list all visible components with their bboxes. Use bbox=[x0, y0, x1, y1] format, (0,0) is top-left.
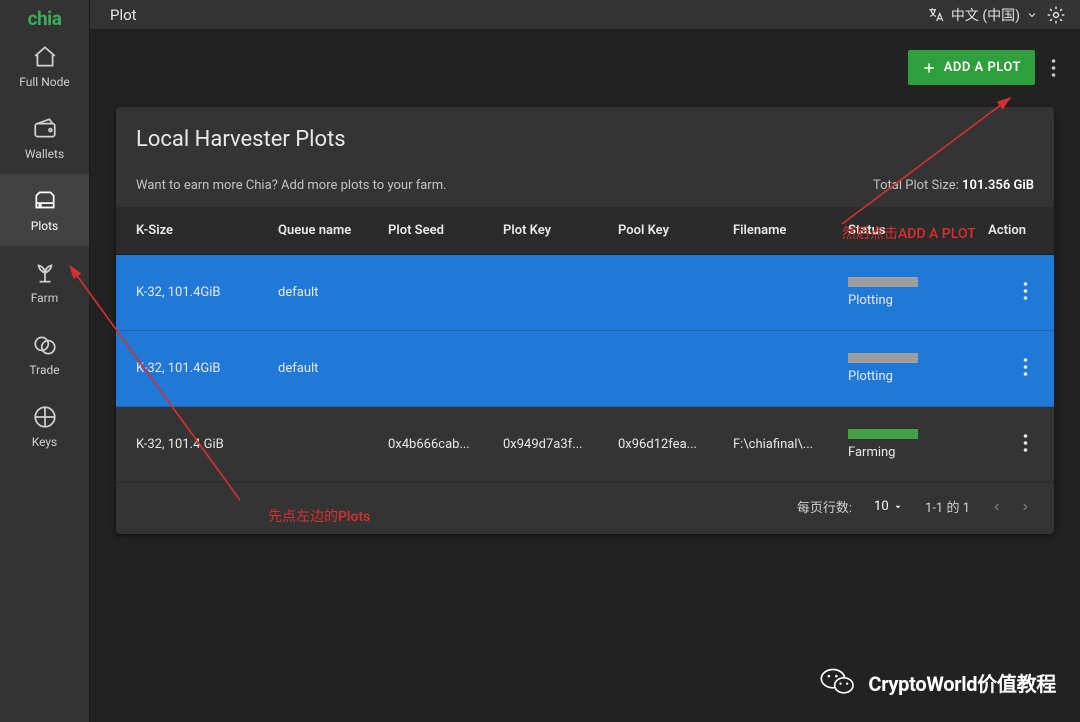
cell-seed bbox=[376, 255, 491, 331]
col-file: Filename bbox=[721, 207, 836, 255]
prev-page-button[interactable] bbox=[992, 500, 1002, 514]
col-seed: Plot Seed bbox=[376, 207, 491, 255]
total-plot-size: Total Plot Size: 101.356 GiB bbox=[873, 178, 1034, 193]
cell-key: 0x949d7a3f... bbox=[491, 407, 606, 483]
sidebar-item-farm[interactable]: Farm bbox=[0, 246, 89, 318]
cell-ksize: K-32, 101.4GiB bbox=[116, 255, 266, 331]
cell-seed bbox=[376, 331, 491, 407]
watermark-text: CryptoWorld价值教程 bbox=[868, 668, 1056, 697]
wallet-icon bbox=[31, 115, 59, 143]
table-pagination: 每页行数: 10 1-1 的 1 bbox=[116, 483, 1054, 522]
col-ksize: K-Size bbox=[116, 207, 266, 255]
table-row[interactable]: K-32, 101.4 GiB 0x4b666cab...0x949d7a3f..… bbox=[116, 407, 1054, 483]
cell-status: Plotting bbox=[836, 255, 946, 331]
plant-icon bbox=[31, 259, 59, 287]
sidebar-item-label: Keys bbox=[32, 435, 58, 449]
page-range: 1-1 的 1 bbox=[925, 497, 970, 516]
sidebar-item-label: Plots bbox=[31, 219, 58, 233]
disk-icon bbox=[31, 187, 59, 215]
rows-per-page-select[interactable]: 10 bbox=[874, 499, 903, 514]
logo: chia bbox=[0, 0, 89, 30]
cell-pool: 0x96d12fea... bbox=[606, 407, 721, 483]
main: Plot 中文 (中国) bbox=[90, 0, 1080, 722]
cell-key bbox=[491, 255, 606, 331]
cell-queue: default bbox=[266, 255, 376, 331]
table-row[interactable]: K-32, 101.4GiBdefault Plotting bbox=[116, 255, 1054, 331]
next-page-button[interactable] bbox=[1020, 500, 1030, 514]
cell-pool bbox=[606, 255, 721, 331]
cell-file bbox=[721, 255, 836, 331]
sidebar-item-label: Trade bbox=[29, 363, 59, 377]
col-key: Plot Key bbox=[491, 207, 606, 255]
col-action: Action bbox=[946, 207, 1054, 255]
card-title: Local Harvester Plots bbox=[116, 127, 1054, 152]
sidebar-nav: Full Node Wallets Plots Farm bbox=[0, 30, 89, 462]
col-queue: Queue name bbox=[266, 207, 376, 255]
rows-per-page-label: 每页行数: bbox=[797, 497, 852, 516]
cell-seed: 0x4b666cab... bbox=[376, 407, 491, 483]
watermark: CryptoWorld价值教程 bbox=[818, 662, 1056, 702]
sidebar: chia Full Node Wallets Plots bbox=[0, 0, 90, 722]
table-row[interactable]: K-32, 101.4GiBdefault Plotting bbox=[116, 331, 1054, 407]
home-icon bbox=[31, 43, 59, 71]
keys-icon bbox=[31, 403, 59, 431]
sidebar-item-label: Farm bbox=[31, 291, 59, 305]
cell-status: Farming bbox=[836, 407, 946, 483]
language-label: 中文 (中国) bbox=[951, 5, 1020, 25]
col-status: Status bbox=[836, 207, 946, 255]
row-menu-button[interactable] bbox=[1023, 434, 1028, 452]
row-menu-button[interactable] bbox=[1023, 282, 1028, 300]
add-plot-label: ADD A PLOT bbox=[944, 60, 1021, 75]
sidebar-item-trade[interactable]: Trade bbox=[0, 318, 89, 390]
cell-file: F:\chiafinal\... bbox=[721, 407, 836, 483]
sidebar-item-plots[interactable]: Plots bbox=[0, 174, 89, 246]
plus-icon bbox=[922, 61, 936, 75]
cell-queue bbox=[266, 407, 376, 483]
trade-icon bbox=[31, 331, 59, 359]
plots-table: K-Size Queue name Plot Seed Plot Key Poo… bbox=[116, 207, 1054, 483]
chevron-down-icon bbox=[1026, 9, 1038, 21]
sidebar-item-label: Full Node bbox=[19, 75, 69, 89]
col-pool: Pool Key bbox=[606, 207, 721, 255]
cell-file bbox=[721, 331, 836, 407]
add-plot-button[interactable]: ADD A PLOT bbox=[908, 50, 1035, 85]
cell-pool bbox=[606, 331, 721, 407]
page-title: Plot bbox=[110, 6, 137, 24]
cell-ksize: K-32, 101.4GiB bbox=[116, 331, 266, 407]
row-menu-button[interactable] bbox=[1023, 358, 1028, 376]
card-hint: Want to earn more Chia? Add more plots t… bbox=[136, 178, 447, 193]
cell-queue: default bbox=[266, 331, 376, 407]
translate-icon bbox=[927, 6, 945, 24]
local-harvester-card: Local Harvester Plots Want to earn more … bbox=[116, 107, 1054, 534]
sidebar-item-full-node[interactable]: Full Node bbox=[0, 30, 89, 102]
settings-button[interactable] bbox=[1046, 5, 1066, 25]
sidebar-item-wallets[interactable]: Wallets bbox=[0, 102, 89, 174]
cell-key bbox=[491, 331, 606, 407]
sidebar-item-keys[interactable]: Keys bbox=[0, 390, 89, 462]
cell-ksize: K-32, 101.4 GiB bbox=[116, 407, 266, 483]
language-selector[interactable]: 中文 (中国) bbox=[927, 5, 1038, 25]
plots-menu-button[interactable] bbox=[1047, 55, 1060, 81]
topbar: Plot 中文 (中国) bbox=[90, 0, 1080, 30]
wechat-icon bbox=[818, 662, 858, 702]
sidebar-item-label: Wallets bbox=[25, 147, 64, 161]
cell-status: Plotting bbox=[836, 331, 946, 407]
